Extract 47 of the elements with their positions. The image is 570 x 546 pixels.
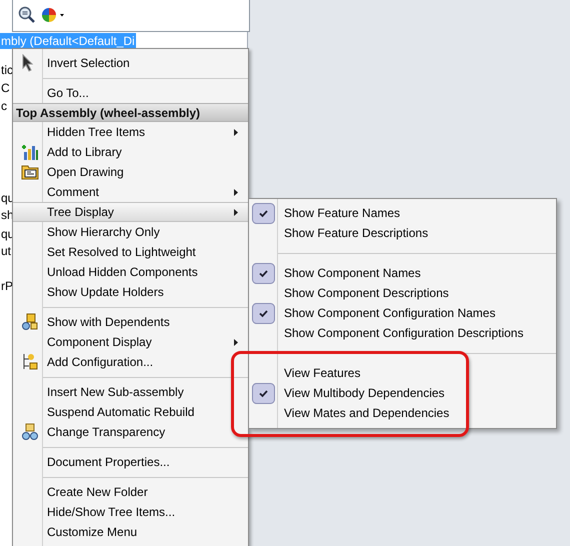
menu-item[interactable]: Tree Display xyxy=(13,202,248,222)
menu-item[interactable]: Set Resolved to Lightweight xyxy=(13,242,248,262)
menu-item[interactable]: View Features xyxy=(249,363,556,383)
configuration-icon xyxy=(21,353,39,371)
menu-item[interactable]: Hide/Show Tree Items... xyxy=(13,502,248,522)
section-header: Top Assembly (wheel-assembly) xyxy=(13,103,248,122)
submenu-arrow-icon xyxy=(234,338,238,346)
menu-item[interactable]: View Multibody Dependencies xyxy=(249,383,556,403)
tree-item[interactable]: C xyxy=(0,80,11,96)
menu-item[interactable]: Component Display xyxy=(13,332,248,352)
menu-item[interactable]: Show Update Holders xyxy=(13,282,248,302)
menu-item[interactable]: Insert New Sub-assembly xyxy=(13,382,248,402)
drawing-icon xyxy=(21,163,39,181)
library-icon xyxy=(21,143,39,161)
menu-item[interactable]: Add to Library xyxy=(13,142,248,162)
menu-item[interactable]: View Mates and Dependencies xyxy=(249,403,556,423)
menu-item[interactable]: Show with Dependents xyxy=(13,312,248,332)
menu-item[interactable]: Show Component Descriptions xyxy=(249,283,556,303)
menu-item[interactable]: Create New Folder xyxy=(13,482,248,502)
menu-item[interactable]: Add Configuration... xyxy=(13,352,248,372)
submenu-arrow-icon xyxy=(234,208,238,216)
tree-item[interactable]: tic xyxy=(0,62,14,78)
menu-item[interactable]: Go To... xyxy=(13,83,248,103)
submenu-arrow-icon xyxy=(234,188,238,196)
menu-item[interactable]: Comment xyxy=(13,182,248,202)
menu-item[interactable]: Show Feature Names xyxy=(249,203,556,223)
color-wheel-icon[interactable] xyxy=(41,7,65,23)
menu-item[interactable]: Show Hierarchy Only xyxy=(13,222,248,242)
menu-item[interactable]: Hidden Tree Items xyxy=(13,122,248,142)
menu-item[interactable]: Show Component Names xyxy=(249,263,556,283)
menu-item[interactable]: Document Properties... xyxy=(13,452,248,472)
tree-item[interactable]: ut xyxy=(0,243,12,259)
zoom-icon[interactable] xyxy=(18,6,36,24)
menu-item[interactable]: Show Component Configuration Names xyxy=(249,303,556,323)
menu-item[interactable]: Show Feature Descriptions xyxy=(249,223,556,243)
submenu-arrow-icon xyxy=(234,128,238,136)
menu-item[interactable]: Open Drawing xyxy=(13,162,248,182)
menu-item[interactable]: Change Transparency xyxy=(13,422,248,442)
menu-item[interactable]: Customize Menu xyxy=(13,522,248,542)
menu-item[interactable]: Suspend Automatic Rebuild xyxy=(13,402,248,422)
tree-item[interactable]: rP xyxy=(0,278,14,294)
tree-item[interactable]: c xyxy=(0,98,8,114)
menu-item[interactable]: Invert Selection xyxy=(13,53,248,73)
transparency-icon xyxy=(21,423,39,441)
menu-item[interactable]: Unload Hidden Components xyxy=(13,262,248,282)
components-icon xyxy=(21,313,39,331)
menu-item[interactable]: Show Component Configuration Descriptions xyxy=(249,323,556,343)
